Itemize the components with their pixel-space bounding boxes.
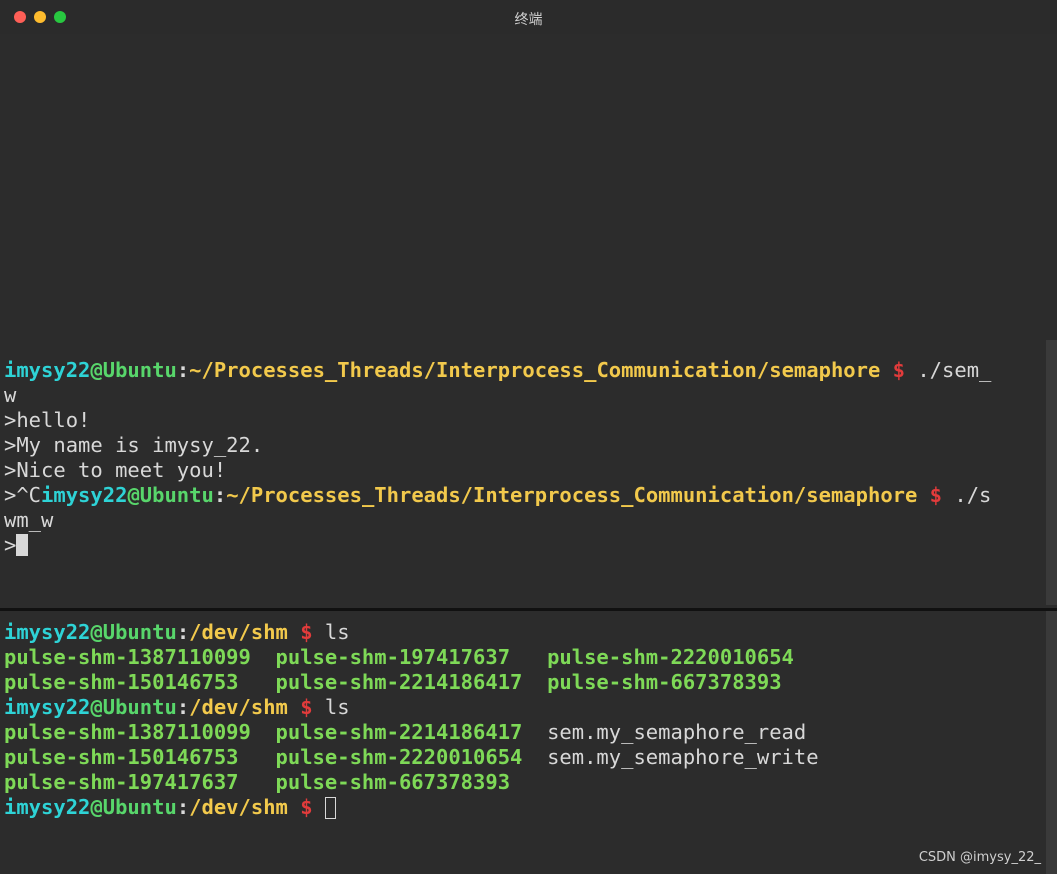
window-title: 终端 (514, 12, 543, 28)
prompt-user: imysy22 (41, 483, 128, 507)
prompt-user: imysy22 (4, 695, 91, 719)
terminal-output-bottom[interactable]: imysy22@Ubuntu:/dev/shm $ ls pulse-shm-13… (4, 620, 819, 820)
terminal-line: imysy22@Ubuntu:/dev/shm $ ls (4, 620, 819, 645)
prompt-at: @ (90, 358, 103, 382)
terminal-line: imysy22@Ubuntu:~/Processes_Threads/Inter… (4, 358, 991, 383)
command-text: ls (312, 695, 350, 719)
ls-output-row: pulse-shm-1387110099 pulse-shm-197417637… (4, 645, 819, 670)
terminal-line: >hello! (4, 408, 91, 432)
file-entry: pulse-shm-150146753 (4, 670, 239, 694)
prompt-path: ~/Processes_Threads/Interprocess_Communi… (226, 483, 918, 507)
prompt-user: imysy22 (4, 620, 91, 644)
prompt-colon: : (213, 483, 227, 507)
file-entry: pulse-shm-197417637 (4, 770, 239, 794)
prompt-at: @ (127, 483, 140, 507)
terminal-window-top[interactable]: 终端 imysy22@Ubuntu:~/Processes_Threads/In… (0, 0, 1057, 608)
terminal-line: > (4, 533, 991, 558)
terminal-output-top[interactable]: imysy22@Ubuntu:~/Processes_Threads/Inter… (4, 358, 991, 558)
ls-output-row: pulse-shm-150146753 pulse-shm-2214186417… (4, 670, 819, 695)
file-entry: sem.my_semaphore_read (547, 720, 807, 744)
command-text: ./sem_ (905, 358, 992, 382)
file-entry: pulse-shm-197417637 (275, 645, 511, 669)
prompt-path: /dev/shm (189, 795, 288, 819)
prompt-at: @ (90, 620, 103, 644)
prompt-host: Ubuntu (102, 695, 177, 719)
prompt-dollar: $ (287, 620, 313, 644)
terminal-line: >^Cimysy22@Ubuntu:~/Processes_Threads/In… (4, 483, 991, 508)
terminal-line: wm_w (4, 508, 54, 532)
prompt-dollar: $ (880, 358, 905, 382)
terminal-line: imysy22@Ubuntu:/dev/shm $ ls (4, 695, 819, 720)
text-cursor[interactable] (16, 534, 29, 556)
prompt-host: Ubuntu (102, 358, 177, 382)
title-bar[interactable]: 终端 (0, 0, 1057, 34)
prompt-at: @ (90, 795, 103, 819)
file-entry: pulse-shm-2214186417 (275, 670, 523, 694)
prompt-path: ~/Processes_Threads/Interprocess_Communi… (189, 358, 881, 382)
terminal-line: >My name is imysy_22. (4, 433, 264, 457)
prompt-colon: : (176, 620, 190, 644)
scrollbar-bottom[interactable] (1046, 611, 1057, 874)
prompt-user: imysy22 (4, 358, 91, 382)
command-text: ./s (942, 483, 992, 507)
ls-output-row: pulse-shm-150146753 pulse-shm-2220010654… (4, 745, 819, 770)
file-entry: pulse-shm-150146753 (4, 745, 239, 769)
watermark: CSDN @imysy_22_ (918, 850, 1041, 865)
file-entry: pulse-shm-2220010654 (275, 745, 523, 769)
file-entry: pulse-shm-2220010654 (547, 645, 794, 669)
terminal-line: >Nice to meet you! (4, 458, 227, 482)
file-entry: sem.my_semaphore_write (547, 745, 819, 769)
prompt-colon: : (176, 795, 190, 819)
text-cursor[interactable] (324, 797, 336, 819)
prompt-dollar: $ (287, 695, 313, 719)
file-entry: pulse-shm-1387110099 (4, 720, 251, 744)
prompt-colon: : (176, 358, 190, 382)
input-prefix: > (4, 533, 17, 557)
command-text: ls (312, 620, 350, 644)
interrupt-text: >^C (4, 483, 42, 507)
ls-output-row: pulse-shm-197417637 pulse-shm-667378393 (4, 770, 819, 795)
file-entry: pulse-shm-667378393 (275, 770, 511, 794)
file-entry: pulse-shm-2214186417 (275, 720, 523, 744)
file-entry: pulse-shm-667378393 (547, 670, 782, 694)
prompt-host: Ubuntu (102, 795, 177, 819)
terminal-line: w (4, 383, 17, 407)
prompt-dollar: $ (917, 483, 943, 507)
ls-output-row: pulse-shm-1387110099 pulse-shm-221418641… (4, 720, 819, 745)
terminal-line: imysy22@Ubuntu:/dev/shm $ (4, 795, 819, 820)
prompt-host: Ubuntu (139, 483, 214, 507)
prompt-colon: : (176, 695, 190, 719)
prompt-path: /dev/shm (189, 695, 288, 719)
prompt-host: Ubuntu (102, 620, 177, 644)
file-entry: pulse-shm-1387110099 (4, 645, 251, 669)
prompt-dollar: $ (287, 795, 313, 819)
prompt-path: /dev/shm (189, 620, 288, 644)
prompt-user: imysy22 (4, 795, 91, 819)
scrollbar-top[interactable] (1046, 340, 1057, 605)
prompt-at: @ (90, 695, 103, 719)
